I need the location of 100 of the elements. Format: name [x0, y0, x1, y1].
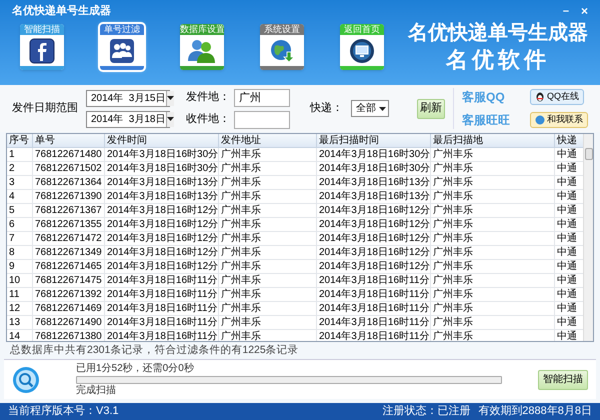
table-cell: 2014年3月18日16时13分: [317, 190, 431, 203]
table-cell: 2014年3月18日16时11分: [317, 288, 431, 301]
table-cell: 广州丰乐: [219, 176, 317, 189]
table-cell: 1: [7, 148, 33, 161]
table-cell: 2014年3月18日16时12分: [317, 260, 431, 273]
table-cell: 2014年3月18日16时11分: [317, 274, 431, 287]
refresh-button[interactable]: 刷新: [417, 98, 445, 118]
table-cell: 14: [7, 330, 33, 341]
table-cell: 768122671469: [33, 302, 105, 315]
table-cell: 广州丰乐: [219, 288, 317, 301]
table-cell: 2014年3月18日16时11分: [105, 274, 219, 287]
origin-field[interactable]: 广州: [234, 88, 290, 106]
table-cell: 768122671472: [33, 232, 105, 245]
date-range-label: 发件日期范围: [12, 101, 78, 116]
table-cell: 2014年3月18日16时12分: [105, 260, 219, 273]
origin-label: 发件地：: [186, 90, 230, 106]
table-cell: 广州丰乐: [219, 190, 317, 203]
nav-tile-button[interactable]: 单号过滤: [100, 24, 144, 70]
table-cell: 11: [7, 288, 33, 301]
table-cell: 广州丰乐: [431, 316, 555, 329]
close-button[interactable]: ×: [580, 5, 588, 17]
scrollbar[interactable]: [583, 134, 593, 341]
table-cell: 2014年3月18日16时30分: [317, 162, 431, 175]
courier-label: 快递：: [310, 100, 343, 116]
table-cell: 广州丰乐: [219, 330, 317, 341]
column-header[interactable]: 发件时间: [105, 134, 219, 147]
table-cell: 4: [7, 190, 33, 203]
users-icon: [187, 38, 217, 64]
table-cell: 13: [7, 316, 33, 329]
people-group-icon: [109, 38, 135, 64]
table-cell: 广州丰乐: [219, 218, 317, 231]
column-header[interactable]: 最后扫描时间: [317, 134, 431, 147]
support-label: 客服QQ: [462, 89, 506, 106]
table-cell: 12: [7, 302, 33, 315]
table-cell: 广州丰乐: [431, 274, 555, 287]
smart-scan-button[interactable]: 智能扫描: [538, 370, 588, 390]
destination-field[interactable]: [234, 110, 290, 128]
table-cell: 广州丰乐: [219, 232, 317, 245]
table-cell: 2014年3月18日16时12分: [105, 204, 219, 217]
window-title: 名优快递单号生成器: [11, 4, 111, 19]
table-cell: 768122671475: [33, 274, 105, 287]
table-cell: 768122671480: [33, 148, 105, 161]
table-cell: 广州丰乐: [219, 316, 317, 329]
contact-button[interactable]: 和我联系: [530, 112, 588, 128]
brand-subtitle: 名优软件: [446, 46, 550, 74]
minimize-button[interactable]: –: [562, 5, 569, 17]
table-cell: 768122671380: [33, 330, 105, 341]
table-cell: 2014年3月18日16时12分: [317, 218, 431, 231]
table-cell: 768122671355: [33, 218, 105, 231]
table-cell: 768122671390: [33, 190, 105, 203]
table-cell: 2014年3月18日16时11分: [105, 316, 219, 329]
facebook-square-icon: [29, 38, 55, 64]
scan-status-text: 完成扫描: [76, 384, 117, 396]
table-cell: 广州丰乐: [219, 162, 317, 175]
table-cell: 广州丰乐: [431, 218, 555, 231]
table-cell: 广州丰乐: [431, 162, 555, 175]
column-header[interactable]: 单号: [33, 134, 105, 147]
destination-label: 收件地：: [186, 112, 230, 128]
table-cell: 768122671392: [33, 288, 105, 301]
column-header[interactable]: 序号: [7, 134, 33, 147]
table-cell: 768122671502: [33, 162, 105, 175]
table-cell: 2014年3月18日16时11分: [105, 330, 219, 341]
version-text: 当前程序版本号：V3.1: [8, 404, 119, 420]
table-cell: 广州丰乐: [219, 302, 317, 315]
table-cell: 广州丰乐: [219, 260, 317, 273]
table-cell: 广州丰乐: [431, 148, 555, 161]
table-cell: 2014年3月18日16时11分: [105, 288, 219, 301]
table-cell: 7: [7, 232, 33, 245]
table-cell: 768122671367: [33, 204, 105, 217]
column-header[interactable]: 最后扫描地: [431, 134, 555, 147]
table-cell: 2014年3月18日16时12分: [317, 232, 431, 245]
table-cell: 6: [7, 218, 33, 231]
nav-tile-button[interactable]: 系统设置: [260, 24, 304, 70]
table-cell: 广州丰乐: [219, 274, 317, 287]
table-cell: 广州丰乐: [431, 176, 555, 189]
table-cell: 2014年3月18日16时13分: [105, 176, 219, 189]
table-cell: 广州丰乐: [431, 190, 555, 203]
table-cell: 768122671465: [33, 260, 105, 273]
search-icon: [12, 366, 40, 394]
table-cell: 2014年3月18日16时12分: [317, 204, 431, 217]
table-cell: 768122671364: [33, 176, 105, 189]
brand-title: 名优快递单号生成器: [408, 20, 588, 46]
courier-select[interactable]: 全部: [351, 100, 389, 117]
table-cell: 2014年3月18日16时12分: [317, 246, 431, 259]
table-cell: 2014年3月18日16时11分: [317, 330, 431, 341]
table-cell: 2014年3月18日16时12分: [105, 232, 219, 245]
table-cell: 2014年3月18日16时12分: [105, 218, 219, 231]
table-cell: 广州丰乐: [431, 246, 555, 259]
contact-button[interactable]: QQ在线: [530, 89, 584, 105]
table-cell: 2014年3月18日16时30分: [105, 148, 219, 161]
table-cell: 广州丰乐: [431, 330, 555, 341]
penguin-icon: [535, 92, 545, 102]
table-cell: 广州丰乐: [431, 260, 555, 273]
table-cell: 2: [7, 162, 33, 175]
globe-download-icon: [269, 38, 295, 64]
table-cell: 768122671349: [33, 246, 105, 259]
table-cell: 广州丰乐: [431, 232, 555, 245]
column-header[interactable]: 发件地址: [219, 134, 317, 147]
records-summary: 总数据库中共有2301条记录，符合过滤条件的有1225条记录: [9, 343, 300, 358]
table-cell: 2014年3月18日16时13分: [105, 190, 219, 203]
